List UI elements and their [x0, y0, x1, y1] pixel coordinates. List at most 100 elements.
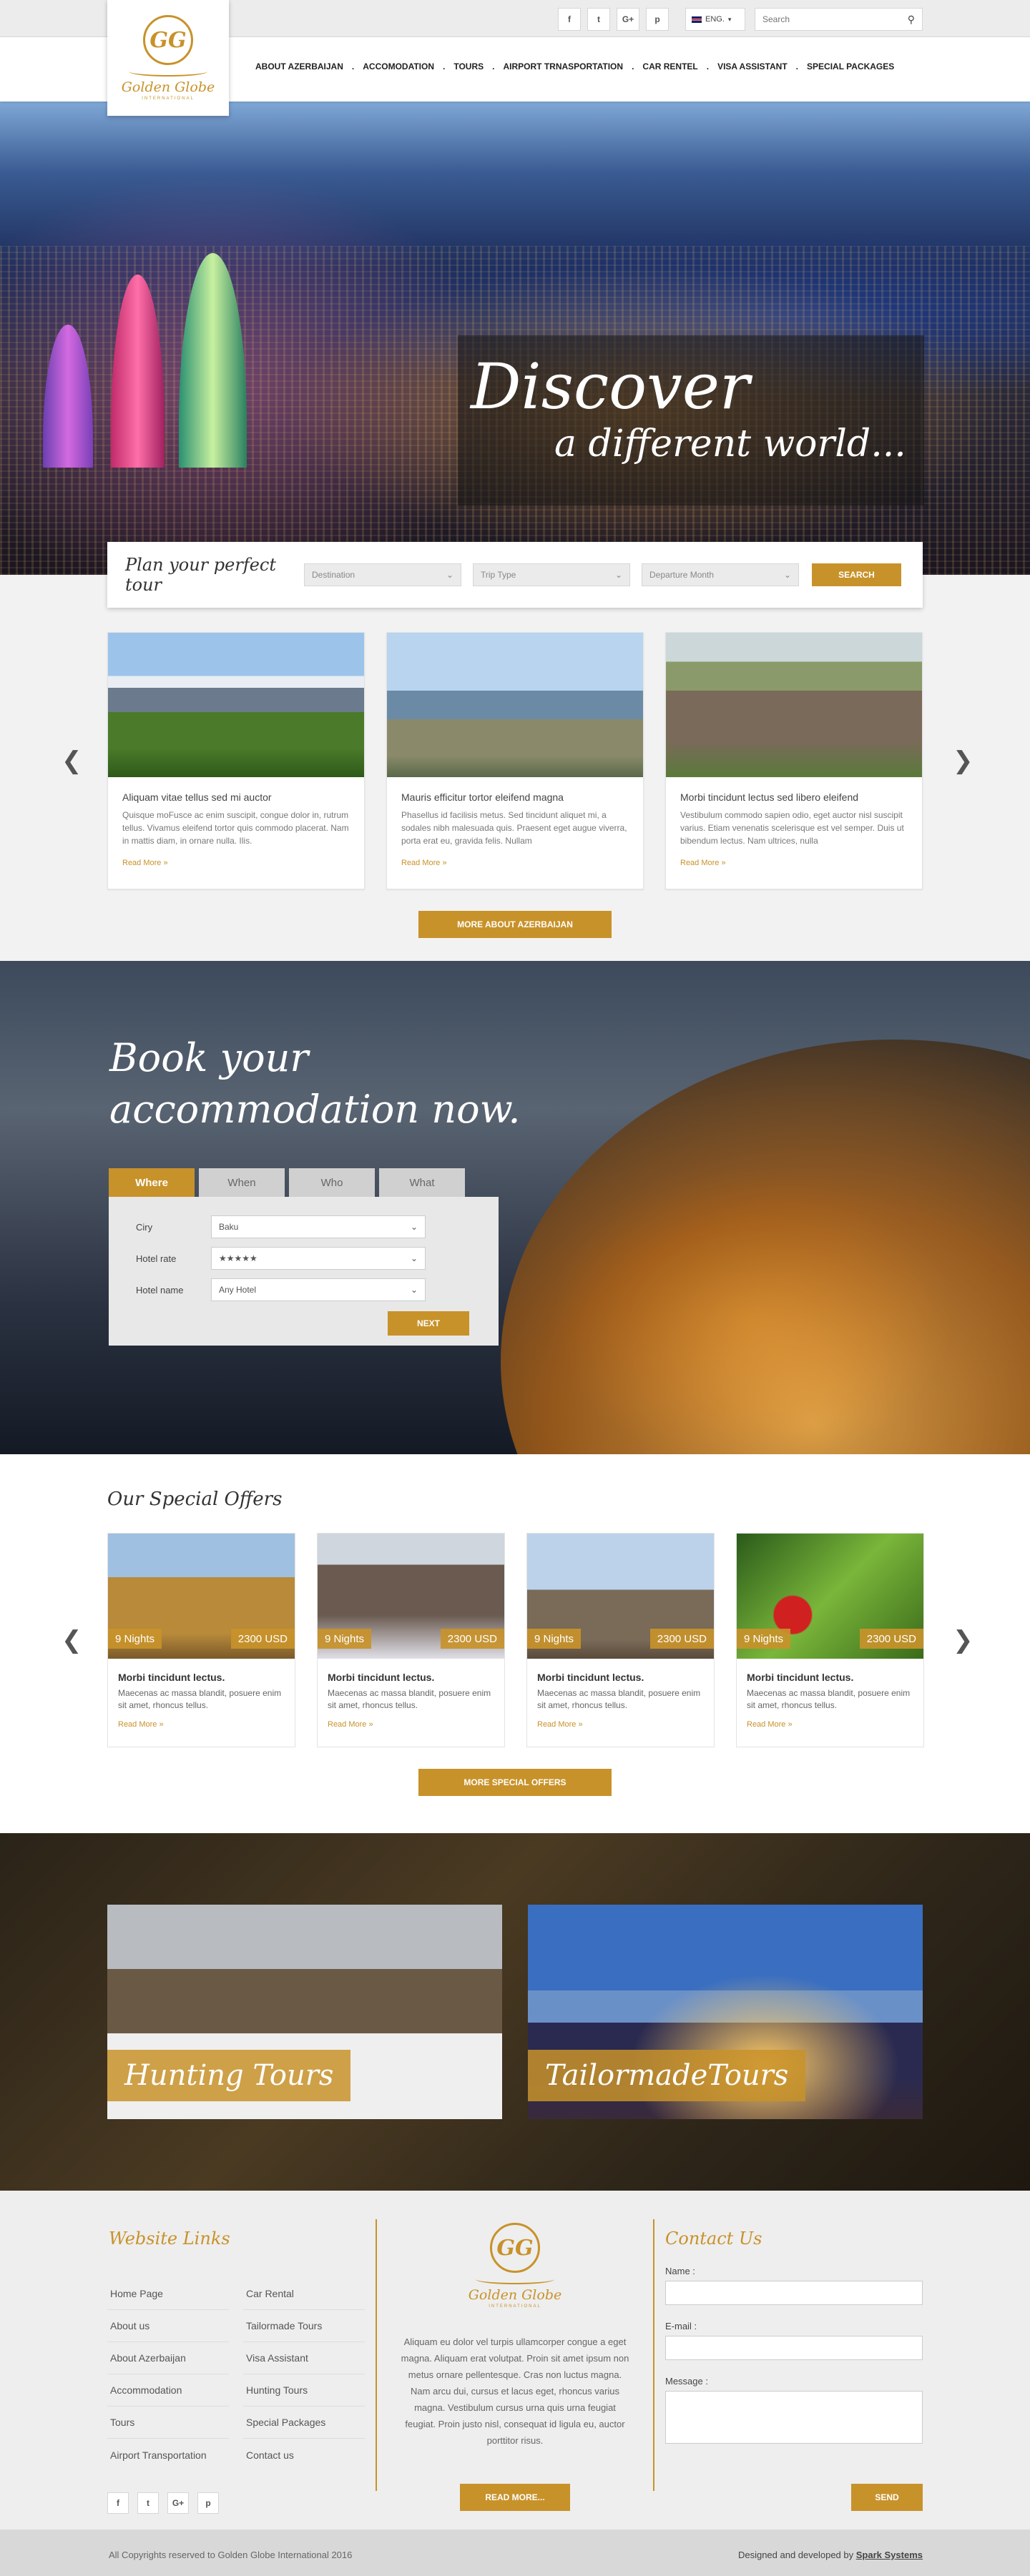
logo[interactable]: GG Golden Globe INTERNATIONAL [107, 0, 229, 116]
card-text: Quisque moFusce ac enim suscipit, congue… [122, 810, 349, 846]
search-button[interactable]: SEARCH [812, 563, 901, 586]
destination-card: Aliquam vitae tellus sed mi auctor Quisq… [107, 632, 365, 889]
email-field[interactable] [665, 2336, 923, 2360]
chevron-down-icon: ⌄ [614, 570, 622, 580]
nav-about-azerbaijan[interactable]: ABOUT AZERBAIJAN [247, 61, 352, 71]
contact-title: Contact Us [665, 2229, 762, 2249]
read-more-link[interactable]: Read More » [318, 1712, 504, 1729]
copyright: All Copyrights reserved to Golden Globe … [109, 2550, 353, 2560]
footer-link-accommodation[interactable]: Accommodation [107, 2374, 229, 2407]
developer-link[interactable]: Spark Systems [856, 2550, 923, 2560]
google-plus-icon[interactable]: G+ [617, 8, 639, 31]
trip-type-select[interactable]: Trip Type ⌄ [473, 563, 630, 586]
hotel-rate-select[interactable]: ★★★★★ ⌄ [211, 1247, 426, 1270]
tab-where[interactable]: Where [109, 1168, 195, 1197]
footer-link-airport[interactable]: Airport Transportation [107, 2439, 229, 2471]
nav-tours[interactable]: TOURS [445, 61, 492, 71]
tailormade-tours-tile[interactable]: TailormadeTours [528, 1905, 923, 2119]
section-title: Our Special Offers [107, 1489, 283, 1510]
destination-image[interactable] [387, 633, 643, 777]
destination-select[interactable]: Destination ⌄ [304, 563, 461, 586]
hunting-tours-tile[interactable]: Hunting Tours [107, 1905, 502, 2119]
nav-airport-transportation[interactable]: AIRPORT TRNASPORTATION [495, 61, 632, 71]
developer-prefix: Designed and developed by [737, 2550, 854, 2560]
city-select[interactable]: Baku ⌄ [211, 1215, 426, 1238]
pinterest-icon[interactable]: p [197, 2492, 219, 2514]
links-column-1: Home Page About us About Azerbaijan Acco… [107, 2278, 229, 2471]
offer-title: Morbi tincidunt lectus. [328, 1672, 435, 1683]
price-badge: 2300 USD [649, 1629, 714, 1649]
footer-read-more-button[interactable]: Read More... [460, 2484, 570, 2511]
nav-accomodation[interactable]: ACCOMODATION [354, 61, 443, 71]
destination-image[interactable] [108, 633, 364, 777]
special-offers-section: Our Special Offers ❮ ❯ 9 Nights 2300 USD… [0, 1454, 1030, 1833]
chevron-down-icon: ▾ [727, 15, 732, 23]
footer: Website Links Home Page About us About A… [0, 2191, 1030, 2530]
tour-label: Hunting Tours [107, 2050, 351, 2101]
read-more-link[interactable]: Read More » [666, 847, 922, 867]
footer-link-car-rental[interactable]: Car Rental [243, 2278, 365, 2310]
name-field[interactable] [665, 2281, 923, 2305]
nav-car-rental[interactable]: CAR RENTEL [634, 61, 706, 71]
facebook-icon[interactable]: f [107, 2492, 129, 2514]
hotel-rate-value: ★★★★★ [219, 1253, 258, 1263]
more-about-azerbaijan-button[interactable]: MORE ABOUT AZERBAIJAN [418, 911, 612, 938]
offer-image[interactable]: 9 Nights 2300 USD [318, 1534, 504, 1659]
footer-link-home[interactable]: Home Page [107, 2278, 229, 2310]
hero-subtitle: a different world... [554, 423, 906, 465]
footer-link-tours[interactable]: Tours [107, 2407, 229, 2439]
offer-image[interactable]: 9 Nights 2300 USD [737, 1534, 923, 1659]
read-more-link[interactable]: Read More » [527, 1712, 714, 1729]
tab-what[interactable]: What [379, 1168, 465, 1197]
language-select[interactable]: ENG. ▾ [685, 8, 745, 31]
language-label: ENG. [705, 15, 725, 24]
read-more-link[interactable]: Read More » [108, 847, 364, 867]
nav-special-packages[interactable]: SPECIAL PACKAGES [798, 61, 903, 71]
nav-visa-assistant[interactable]: VISA ASSISTANT [709, 61, 796, 71]
footer-link-contact[interactable]: Contact us [243, 2439, 365, 2471]
prev-arrow-icon[interactable]: ❮ [62, 1626, 82, 1654]
more-special-offers-button[interactable]: MORE SPECIAL OFFERS [418, 1769, 612, 1796]
departure-month-select[interactable]: Departure Month ⌄ [642, 563, 799, 586]
card-text: Vestibulum commodo sapien odio, eget auc… [680, 810, 904, 846]
footer-link-hunting[interactable]: Hunting Tours [243, 2374, 365, 2407]
nights-badge: 9 Nights [527, 1629, 582, 1649]
tab-who[interactable]: Who [289, 1168, 375, 1197]
tour-planner: Plan your perfect tour Destination ⌄ Trip… [107, 542, 923, 608]
footer-link-visa[interactable]: Visa Assistant [243, 2342, 365, 2374]
pinterest-icon[interactable]: p [646, 8, 669, 31]
prev-arrow-icon[interactable]: ❮ [62, 746, 82, 775]
twitter-icon[interactable]: t [587, 8, 610, 31]
facebook-icon[interactable]: f [558, 8, 581, 31]
next-arrow-icon[interactable]: ❯ [953, 1626, 973, 1654]
search-icon[interactable]: ⚲ [908, 14, 915, 26]
send-button[interactable]: Send [851, 2484, 923, 2511]
read-more-link[interactable]: Read More » [737, 1712, 923, 1729]
next-button[interactable]: Next [388, 1311, 469, 1336]
twitter-icon[interactable]: t [137, 2492, 159, 2514]
offer-image[interactable]: 9 Nights 2300 USD [527, 1534, 714, 1659]
building-image [501, 1040, 1030, 1454]
search-input[interactable] [762, 14, 891, 24]
divider [376, 2219, 377, 2491]
name-label: Name : [665, 2266, 695, 2276]
footer-link-about-azerbaijan[interactable]: About Azerbaijan [107, 2342, 229, 2374]
read-more-link[interactable]: Read More » [108, 1712, 295, 1729]
offer-image[interactable]: 9 Nights 2300 USD [108, 1534, 295, 1659]
footer-link-tailormade[interactable]: Tailormade Tours [243, 2310, 365, 2342]
price-badge: 2300 USD [440, 1629, 504, 1649]
tour-label: TailormadeTours [528, 2050, 806, 2101]
destination-image[interactable] [666, 633, 922, 777]
logo-name: Golden Globe [121, 79, 215, 95]
next-arrow-icon[interactable]: ❯ [953, 746, 973, 775]
message-field[interactable] [665, 2391, 923, 2444]
footer-link-special[interactable]: Special Packages [243, 2407, 365, 2439]
google-plus-icon[interactable]: G+ [167, 2492, 189, 2514]
hotel-name-select[interactable]: Any Hotel ⌄ [211, 1278, 426, 1301]
read-more-link[interactable]: Read More » [387, 847, 643, 867]
destination-value: Destination [312, 570, 355, 580]
hotel-name-label: Hotel name [136, 1284, 184, 1296]
footer-link-about-us[interactable]: About us [107, 2310, 229, 2342]
logo-swirl [129, 66, 207, 77]
tab-when[interactable]: When [199, 1168, 285, 1197]
